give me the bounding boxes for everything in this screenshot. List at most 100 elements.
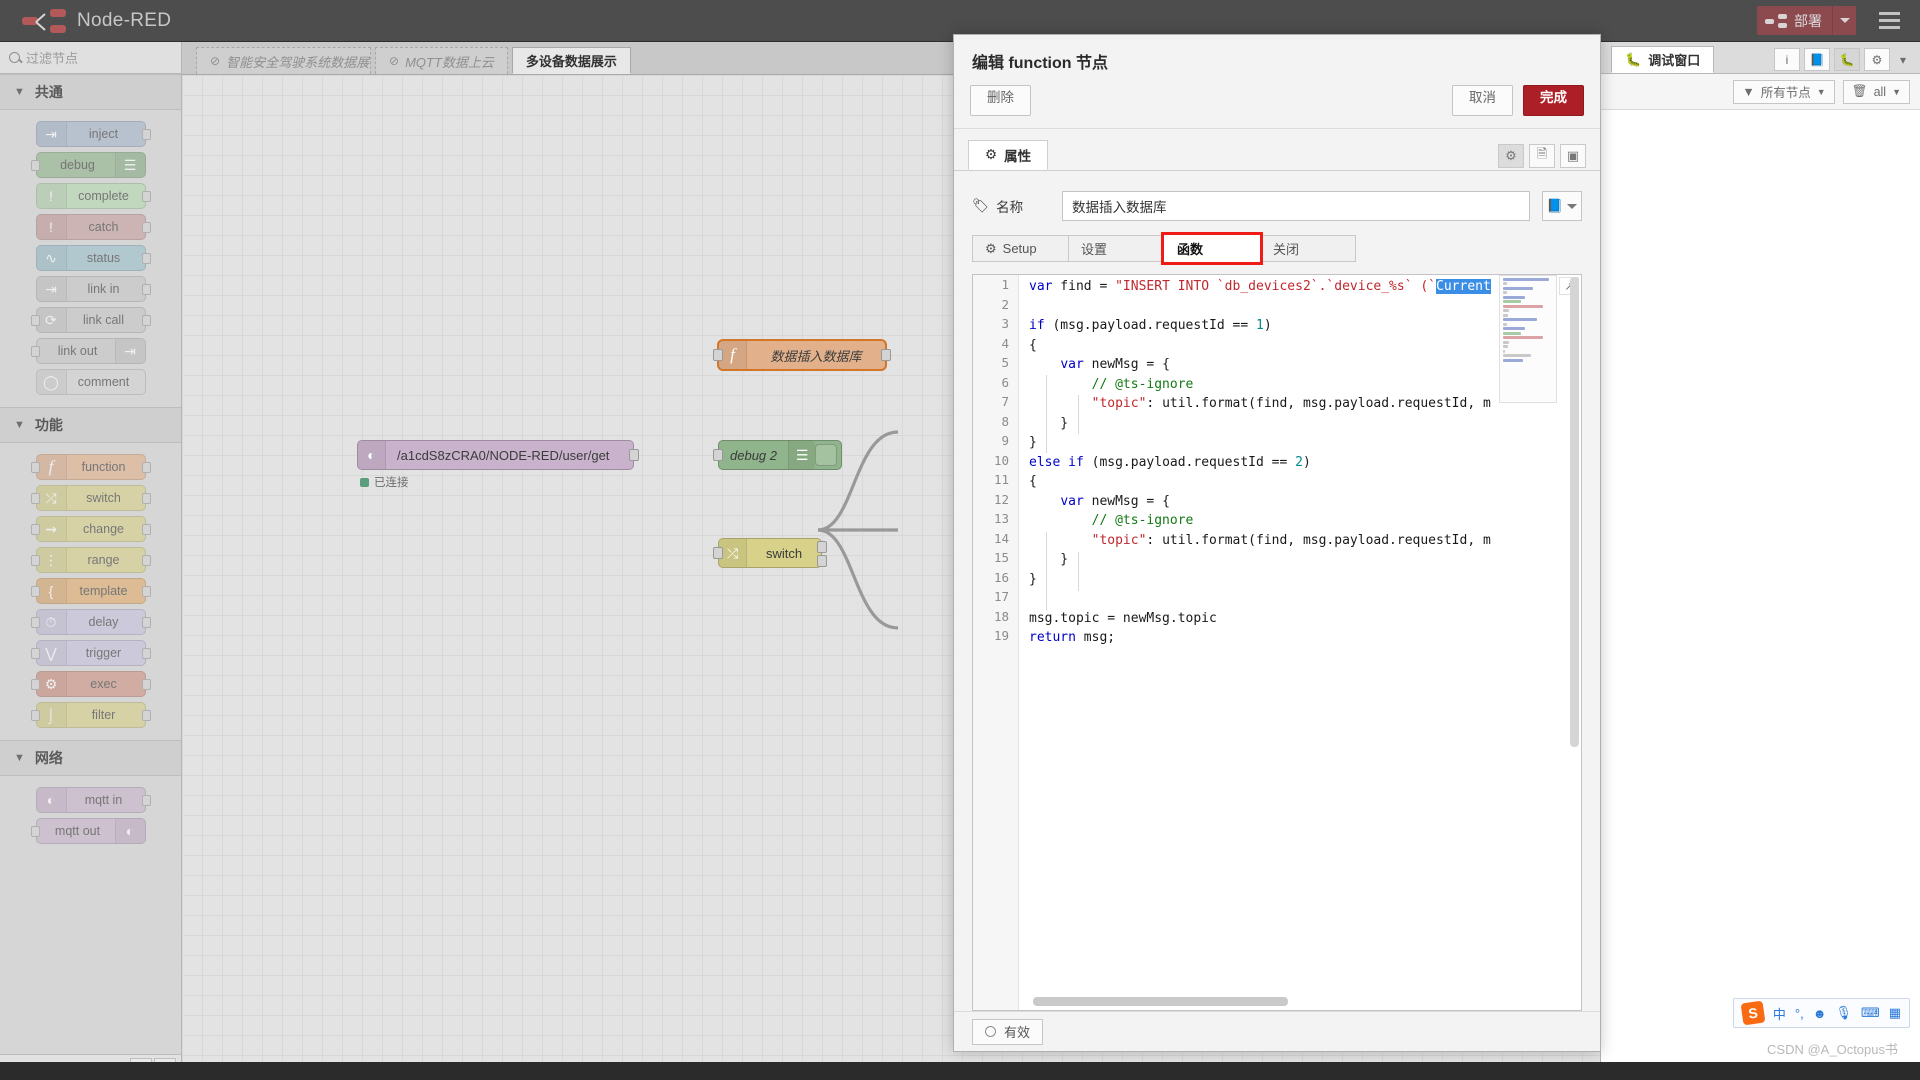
cancel-button[interactable]: 取消 xyxy=(1452,85,1513,116)
palette-node-function[interactable]: f function xyxy=(30,454,151,480)
function-icon: f xyxy=(37,455,67,479)
enabled-toggle[interactable]: 有效 xyxy=(972,1018,1044,1045)
node-output-port[interactable] xyxy=(881,349,891,361)
flow-tab-3[interactable]: 多设备数据展示 xyxy=(511,47,631,74)
code-line[interactable]: } xyxy=(1029,414,1581,434)
editor-horizontal-scrollbar[interactable] xyxy=(1033,997,1288,1006)
palette-node-delay[interactable]: ⏱ delay xyxy=(30,609,151,635)
palette-node-switch[interactable]: ⤮ switch xyxy=(30,485,151,511)
code-line[interactable]: } xyxy=(1029,433,1581,453)
palette-node-template[interactable]: {template xyxy=(30,578,151,604)
code-line[interactable]: else if (msg.payload.requestId == 2) xyxy=(1029,453,1581,473)
ime-punctuation-icon[interactable]: °, xyxy=(1795,1006,1804,1021)
code-line[interactable] xyxy=(1029,589,1581,609)
palette-node-change[interactable]: ⇝ change xyxy=(30,516,151,542)
palette-node-catch[interactable]: ! catch xyxy=(35,214,151,240)
switch-node[interactable]: ⤮ switch xyxy=(713,538,827,568)
switch-icon: ⤮ xyxy=(719,539,747,567)
ime-mode-icon[interactable]: 中 xyxy=(1773,1004,1786,1023)
palette-node-exec[interactable]: ⚙ exec xyxy=(30,671,151,697)
debug-node[interactable]: debug 2 ☰ xyxy=(713,440,842,470)
name-preset-dropdown[interactable]: 📘 xyxy=(1542,191,1582,221)
palette-node-complete[interactable]: ! complete xyxy=(35,183,151,209)
link-icon: ⇥ xyxy=(114,339,145,363)
flow-tab-1[interactable]: ⊘ 智能安全驾驶系统数据展示 xyxy=(196,47,371,74)
bug-icon[interactable]: 🐛 xyxy=(1834,48,1860,71)
node-output-port[interactable] xyxy=(629,449,639,461)
flow-tab-2[interactable]: ⊘ MQTT数据上云 xyxy=(375,47,508,74)
line-number: 10 xyxy=(993,452,1009,468)
node-input-port xyxy=(30,160,40,171)
code-line[interactable]: // @ts-ignore xyxy=(1029,511,1581,531)
document-icon[interactable]: 🗎 xyxy=(1529,144,1555,168)
function-node[interactable]: f 数据插入数据库 xyxy=(713,340,891,370)
gear-icon[interactable]: ⚙ xyxy=(1498,144,1524,168)
palette-category-1[interactable]: ▼ 共通 xyxy=(0,74,181,110)
palette-node-link-out[interactable]: ⇥ link out xyxy=(30,338,146,364)
node-output-port[interactable] xyxy=(817,541,827,553)
ime-emoji-icon[interactable]: ☻ xyxy=(1813,1006,1827,1021)
node-input-port[interactable] xyxy=(713,349,723,361)
editor-vertical-scrollbar[interactable] xyxy=(1570,277,1579,747)
code-tab-2[interactable]: 设置 xyxy=(1068,235,1164,262)
node-label: switch xyxy=(765,545,803,561)
code-tab-3[interactable]: 函数 xyxy=(1161,232,1263,265)
palette-node-range[interactable]: ⋮ range xyxy=(30,547,151,573)
book-icon[interactable]: 📘 xyxy=(1804,48,1830,71)
info-icon[interactable]: i xyxy=(1774,48,1800,71)
ime-toolbar[interactable]: S 中 °, ☻ 🎙 ⌨ ▦ xyxy=(1732,998,1910,1028)
node-input-port[interactable] xyxy=(713,449,723,461)
palette-category-2[interactable]: ▼ 功能 xyxy=(0,407,181,443)
name-input[interactable]: 数据插入数据库 xyxy=(1062,191,1530,221)
palette-node-link-call[interactable]: ⟳ link call xyxy=(30,307,151,333)
debug-clear-button[interactable]: 🗑 all ▼ xyxy=(1842,79,1910,104)
palette-node-inject[interactable]: ⇥ inject xyxy=(35,121,151,147)
palette-node-status[interactable]: ∿ status xyxy=(35,245,151,271)
main-menu-button[interactable] xyxy=(1872,6,1906,36)
palette-node-mqtt-out[interactable]: ◐ mqtt out xyxy=(30,818,146,844)
chevron-down-icon[interactable]: ▾ xyxy=(1894,48,1912,71)
tab-properties[interactable]: ⚙ 属性 xyxy=(968,140,1049,170)
debug-messages-list[interactable] xyxy=(1601,110,1920,1062)
node-output-port xyxy=(141,462,151,473)
delete-button[interactable]: 删除 xyxy=(970,85,1031,116)
right-sidebar: 🐛 调试窗口 i 📘 🐛 ⚙ ▾ ▼ 所有节点 ▼ 🗑 all ▼ xyxy=(1600,42,1920,1062)
ime-keyboard-icon[interactable]: ⌨ xyxy=(1861,1005,1880,1021)
debug-filter-button[interactable]: ▼ 所有节点 ▼ xyxy=(1733,79,1835,104)
editor-minimap[interactable] xyxy=(1499,275,1557,403)
palette-node-filter[interactable]: ⌡ filter xyxy=(30,702,151,728)
code-line[interactable]: "topic": util.format(find, msg.payload.r… xyxy=(1029,531,1581,551)
deploy-dropdown-button[interactable] xyxy=(1832,6,1856,35)
gear-icon[interactable]: ⚙ xyxy=(1864,48,1890,71)
palette-node-comment[interactable]: ◯ comment xyxy=(35,369,146,395)
node-red-logo-icon xyxy=(22,8,66,33)
palette-node-debug[interactable]: ☰ debug xyxy=(30,152,146,178)
deploy-button[interactable]: 部署 xyxy=(1757,6,1832,35)
code-line[interactable]: { xyxy=(1029,472,1581,492)
done-button[interactable]: 完成 xyxy=(1523,85,1584,116)
code-line[interactable]: } xyxy=(1029,570,1581,590)
ime-voice-icon[interactable]: 🎙 xyxy=(1835,1005,1852,1021)
code-line[interactable]: msg.topic = newMsg.topic xyxy=(1029,609,1581,629)
palette-node-trigger[interactable]: ⋁ trigger xyxy=(30,640,151,666)
code-tab-4[interactable]: 关闭 xyxy=(1260,235,1356,262)
palette-category-3[interactable]: ▼ 网络 xyxy=(0,740,181,776)
node-input-port[interactable] xyxy=(713,547,723,559)
mqtt-in-node[interactable]: ◐ /a1cdS8zCRA0/NODE-RED/user/get 已连接 xyxy=(357,440,639,489)
debug-active-toggle[interactable] xyxy=(815,444,837,466)
tab-debug[interactable]: 🐛 调试窗口 xyxy=(1611,46,1715,73)
code-line[interactable]: return msg; xyxy=(1029,628,1581,648)
palette-node-link-in[interactable]: ⇥ link in xyxy=(35,276,151,302)
editor-code-area[interactable]: var find = "INSERT INTO `db_devices2`.`d… xyxy=(1019,275,1581,1010)
code-tab-1[interactable]: ⚙ Setup xyxy=(972,235,1068,262)
palette-search-input[interactable]: 过滤节点 xyxy=(0,42,181,74)
code-line[interactable]: } xyxy=(1029,550,1581,570)
code-editor[interactable]: 1 2 3 4 5 6 7 8 9 10 11 12 13 14 15 16 17 18 19 var find =… xyxy=(972,274,1582,1011)
code-line[interactable]: var newMsg = { xyxy=(1029,492,1581,512)
code-tab-label: Setup xyxy=(1002,241,1037,256)
disabled-icon: ⊘ xyxy=(210,54,221,68)
node-output-port-2[interactable] xyxy=(817,555,827,567)
ime-toolbox-icon[interactable]: ▦ xyxy=(1889,1005,1901,1021)
palette-node-mqtt-in[interactable]: ◐ mqtt in xyxy=(35,787,151,813)
appearance-icon[interactable]: ▣ xyxy=(1560,144,1586,168)
